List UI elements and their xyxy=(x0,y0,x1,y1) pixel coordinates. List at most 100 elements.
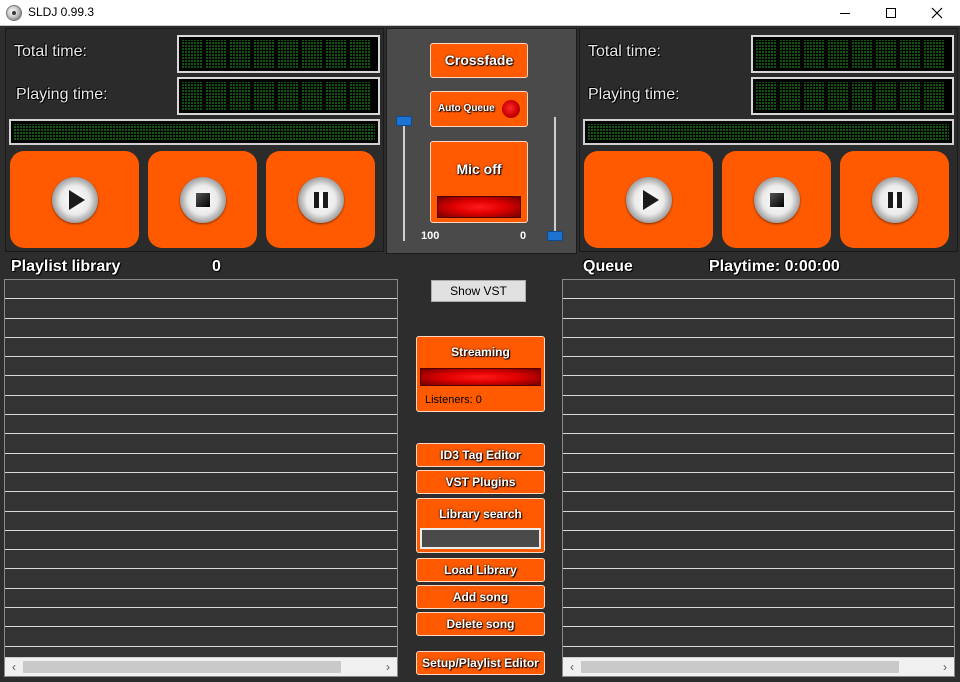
minimize-button[interactable] xyxy=(822,0,868,26)
auto-queue-led-icon xyxy=(502,100,520,118)
list-item[interactable] xyxy=(563,531,954,551)
list-item[interactable] xyxy=(5,319,397,338)
list-item[interactable] xyxy=(5,338,397,358)
streaming-label: Streaming xyxy=(451,345,510,359)
streaming-level-bar xyxy=(420,368,541,386)
list-item[interactable] xyxy=(5,589,397,609)
list-item[interactable] xyxy=(5,492,397,512)
auto-queue-label: Auto Queue xyxy=(438,103,495,114)
auto-queue-button[interactable]: Auto Queue xyxy=(430,91,528,127)
list-item[interactable] xyxy=(563,512,954,531)
list-item[interactable] xyxy=(5,569,397,589)
mic-button[interactable]: Mic off xyxy=(430,141,528,223)
id3-tag-editor-button[interactable]: ID3 Tag Editor xyxy=(416,443,545,467)
list-item[interactable] xyxy=(563,280,954,300)
list-item[interactable] xyxy=(5,376,397,396)
list-item[interactable] xyxy=(563,569,954,589)
library-search-label: Library search xyxy=(439,507,522,521)
maximize-button[interactable] xyxy=(868,0,914,26)
close-icon xyxy=(931,7,943,19)
list-item[interactable] xyxy=(563,434,954,454)
scroll-right-icon[interactable]: › xyxy=(938,660,952,674)
list-item[interactable] xyxy=(5,550,397,570)
list-item[interactable] xyxy=(5,627,397,647)
scroll-left-icon[interactable]: ‹ xyxy=(565,660,579,674)
list-item[interactable] xyxy=(5,434,397,454)
list-item[interactable] xyxy=(563,454,954,473)
playlist-horizontal-scrollbar[interactable]: ‹ › xyxy=(5,657,397,676)
list-item[interactable] xyxy=(563,319,954,338)
left-playing-time-label: Playing time: xyxy=(16,86,108,103)
scrollbar-thumb[interactable] xyxy=(23,661,341,673)
list-item[interactable] xyxy=(5,531,397,551)
play-icon xyxy=(643,189,659,210)
list-item[interactable] xyxy=(5,396,397,416)
playlist-library-label: Playlist library xyxy=(11,258,121,275)
show-vst-button[interactable]: Show VST xyxy=(431,280,526,302)
crossfade-button[interactable]: Crossfade xyxy=(430,43,528,78)
minimize-icon xyxy=(840,12,850,14)
stop-icon xyxy=(195,192,210,207)
list-item[interactable] xyxy=(563,338,954,358)
scroll-left-icon[interactable]: ‹ xyxy=(7,660,21,674)
left-total-time-label: Total time: xyxy=(14,43,87,60)
left-playing-time-display xyxy=(177,77,380,115)
close-button[interactable] xyxy=(914,0,960,26)
list-item[interactable] xyxy=(5,454,397,473)
title-bar: SLDJ 0.99.3 xyxy=(0,0,960,26)
list-item[interactable] xyxy=(563,492,954,512)
list-item[interactable] xyxy=(563,357,954,377)
right-progress-bar[interactable] xyxy=(583,119,954,145)
list-item[interactable] xyxy=(5,608,397,628)
left-volume-value: 100 xyxy=(421,230,440,242)
right-stop-button[interactable] xyxy=(722,151,831,248)
list-item[interactable] xyxy=(563,589,954,609)
scroll-right-icon[interactable]: › xyxy=(381,660,395,674)
list-item[interactable] xyxy=(5,512,397,531)
list-item[interactable] xyxy=(5,357,397,377)
right-playing-time-label: Playing time: xyxy=(588,86,680,103)
setup-playlist-editor-button[interactable]: Setup/Playlist Editor xyxy=(416,651,545,675)
list-item[interactable] xyxy=(5,473,397,493)
load-library-button[interactable]: Load Library xyxy=(416,558,545,582)
mic-level-bar xyxy=(437,196,521,218)
scrollbar-thumb[interactable] xyxy=(581,661,899,673)
window-title: SLDJ 0.99.3 xyxy=(28,5,95,19)
list-item[interactable] xyxy=(563,627,954,647)
vst-plugins-button[interactable]: VST Plugins xyxy=(416,470,545,494)
list-item[interactable] xyxy=(5,415,397,435)
list-item[interactable] xyxy=(5,280,397,300)
right-volume-value: 0 xyxy=(520,230,527,242)
queue-list[interactable]: ‹ › xyxy=(562,279,955,677)
list-item[interactable] xyxy=(563,550,954,570)
pause-icon xyxy=(313,191,328,208)
right-play-button[interactable] xyxy=(584,151,713,248)
playlist-library-list[interactable]: ‹ › xyxy=(4,279,398,677)
queue-playtime: Playtime: 0:00:00 xyxy=(709,258,840,275)
queue-horizontal-scrollbar[interactable]: ‹ › xyxy=(563,657,954,676)
list-item[interactable] xyxy=(563,473,954,493)
list-item[interactable] xyxy=(563,608,954,628)
left-progress-bar[interactable] xyxy=(9,119,380,145)
add-song-button[interactable]: Add song xyxy=(416,585,545,609)
library-search-panel: Library search xyxy=(416,498,545,553)
left-volume-track[interactable] xyxy=(403,119,405,241)
library-search-input[interactable] xyxy=(420,528,541,549)
play-icon xyxy=(69,189,85,210)
list-item[interactable] xyxy=(563,376,954,396)
list-item[interactable] xyxy=(563,415,954,435)
left-pause-button[interactable] xyxy=(266,151,375,248)
stop-icon xyxy=(769,192,784,207)
left-play-button[interactable] xyxy=(10,151,139,248)
list-item[interactable] xyxy=(563,396,954,416)
maximize-icon xyxy=(886,8,896,18)
list-item[interactable] xyxy=(563,299,954,319)
left-stop-button[interactable] xyxy=(148,151,257,248)
right-volume-thumb[interactable] xyxy=(547,231,563,241)
left-volume-thumb[interactable] xyxy=(396,116,412,126)
list-item[interactable] xyxy=(5,299,397,319)
streaming-panel[interactable]: Streaming Listeners: 0 xyxy=(416,336,545,412)
delete-song-button[interactable]: Delete song xyxy=(416,612,545,636)
right-pause-button[interactable] xyxy=(840,151,949,248)
right-volume-track[interactable] xyxy=(554,117,556,241)
